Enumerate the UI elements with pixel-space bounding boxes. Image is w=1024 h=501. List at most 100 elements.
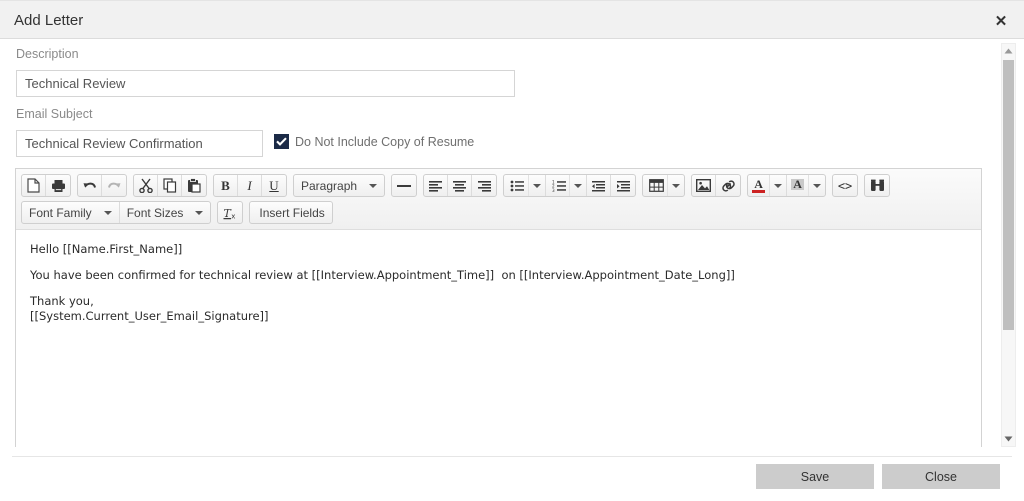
outdent-icon[interactable] [586, 175, 612, 196]
toolbar-group-fonts: Font Family Font Sizes [21, 201, 212, 224]
add-letter-dialog: Add Letter ✕ Description Email Subject D… [0, 0, 1024, 501]
chevron-down-icon [195, 210, 204, 215]
scroll-down-arrow-icon[interactable] [1002, 432, 1015, 446]
toolbar-group-textstyle: B I U [213, 174, 287, 197]
checkbox-box[interactable] [274, 134, 289, 149]
copy-icon[interactable] [158, 175, 182, 196]
toolbar-row-1: B I U Paragraph 1 2 3 A A <> [19, 172, 979, 199]
toolbar-group-align [423, 174, 498, 197]
font-family-dropdown[interactable]: Font Family [22, 202, 120, 223]
email-subject-input[interactable] [16, 130, 263, 157]
numbered-list-icon[interactable]: 123 [545, 175, 569, 196]
toolbar-group-colors: A A [747, 174, 827, 197]
dialog-scrollbar[interactable] [1001, 43, 1016, 447]
checkmark-icon [276, 137, 287, 146]
cut-icon[interactable] [134, 175, 158, 196]
background-color-swatch [791, 190, 804, 193]
chevron-down-icon [103, 210, 112, 215]
rich-text-editor: B I U Paragraph 1 2 3 A A <> Font Family… [15, 168, 982, 453]
editor-content-area[interactable]: Hello [[Name.First_Name]] You have been … [16, 230, 981, 453]
new-document-icon[interactable] [22, 175, 46, 196]
text-color-glyph: A [754, 176, 763, 191]
paragraph-format-label: Paragraph [301, 178, 358, 193]
scroll-up-arrow-icon[interactable] [1002, 44, 1015, 58]
editor-line-4: [[System.Current_User_Email_Signature]] [30, 309, 269, 323]
source-code-label: <> [837, 178, 853, 193]
indent-icon[interactable] [611, 175, 635, 196]
toolbar-group-insert-fields: Insert Fields [249, 201, 333, 224]
description-label: Description [16, 47, 79, 61]
editor-toolbar: B I U Paragraph 1 2 3 A A <> Font Family… [16, 169, 981, 230]
toolbar-group-hr [391, 174, 418, 197]
horizontal-rule-icon[interactable] [392, 175, 416, 196]
insert-fields-label: Insert Fields [259, 205, 325, 220]
checkbox-label: Do Not Include Copy of Resume [295, 134, 475, 149]
undo-icon[interactable] [78, 175, 102, 196]
close-button[interactable]: Close [882, 464, 1000, 489]
italic-glyph: I [247, 177, 252, 193]
italic-icon[interactable]: I [238, 175, 262, 196]
link-icon[interactable] [716, 175, 740, 196]
toolbar-group-history [77, 174, 127, 197]
toolbar-group-find [864, 174, 891, 197]
editor-line-2: You have been confirmed for technical re… [30, 268, 735, 282]
chevron-down-icon [533, 183, 542, 188]
dialog-titlebar: Add Letter ✕ [0, 0, 1024, 39]
dialog-title: Add Letter [14, 12, 84, 29]
background-color-glyph: A [791, 176, 804, 191]
align-left-icon[interactable] [424, 175, 449, 196]
insert-fields-button[interactable]: Insert Fields [250, 202, 331, 223]
print-icon[interactable] [46, 175, 70, 196]
toolbar-group-file [21, 174, 71, 197]
text-color-dropdown[interactable] [769, 175, 786, 196]
chevron-down-icon [369, 183, 378, 188]
toolbar-group-paragraph-format: Paragraph [293, 174, 386, 197]
numbered-list-dropdown[interactable] [569, 175, 586, 196]
underline-icon[interactable]: U [262, 175, 286, 196]
chevron-down-icon [574, 183, 583, 188]
chevron-down-icon [672, 183, 681, 188]
text-color-icon[interactable]: A [748, 175, 769, 196]
bold-glyph: B [221, 177, 230, 193]
background-color-icon[interactable]: A [786, 175, 808, 196]
toolbar-group-lists: 123 [503, 174, 637, 197]
background-color-dropdown[interactable] [808, 175, 825, 196]
toolbar-group-clear-format: Tx [217, 201, 244, 224]
save-button[interactable]: Save [756, 464, 874, 489]
paragraph-format-dropdown[interactable]: Paragraph [294, 175, 384, 196]
table-icon[interactable] [643, 175, 667, 196]
paste-icon[interactable] [182, 175, 206, 196]
do-not-include-resume-checkbox[interactable]: Do Not Include Copy of Resume [274, 134, 474, 149]
font-family-label: Font Family [29, 205, 92, 220]
email-subject-label: Email Subject [16, 107, 93, 121]
table-dropdown[interactable] [667, 175, 684, 196]
toolbar-group-insert [691, 174, 742, 197]
redo-icon[interactable] [102, 175, 126, 196]
description-input[interactable] [16, 70, 515, 97]
align-right-icon[interactable] [472, 175, 496, 196]
align-center-icon[interactable] [448, 175, 473, 196]
toolbar-group-clipboard [133, 174, 207, 197]
toolbar-row-2: Font Family Font Sizes Tx Insert Fields [19, 199, 979, 226]
font-sizes-dropdown[interactable]: Font Sizes [120, 202, 211, 223]
find-replace-icon[interactable] [865, 175, 889, 196]
chevron-down-icon [774, 183, 783, 188]
image-icon[interactable] [692, 175, 717, 196]
toolbar-group-source: <> [832, 174, 859, 197]
editor-line-1: Hello [[Name.First_Name]] [30, 242, 183, 256]
source-code-icon[interactable]: <> [833, 175, 857, 196]
scrollbar-thumb[interactable] [1003, 60, 1014, 330]
editor-line-3: Thank you, [30, 294, 94, 308]
svg-text:3: 3 [552, 187, 555, 191]
bullet-list-icon[interactable] [504, 175, 528, 196]
bullet-list-dropdown[interactable] [528, 175, 545, 196]
chevron-down-icon [813, 183, 822, 188]
svg-text:x: x [231, 212, 235, 220]
font-sizes-label: Font Sizes [126, 205, 184, 220]
text-color-swatch [752, 189, 766, 193]
toolbar-group-table [642, 174, 686, 197]
bold-icon[interactable]: B [214, 175, 238, 196]
close-icon[interactable]: ✕ [990, 10, 1012, 32]
footer-separator [12, 456, 1012, 457]
clear-formatting-icon[interactable]: Tx [218, 202, 242, 223]
